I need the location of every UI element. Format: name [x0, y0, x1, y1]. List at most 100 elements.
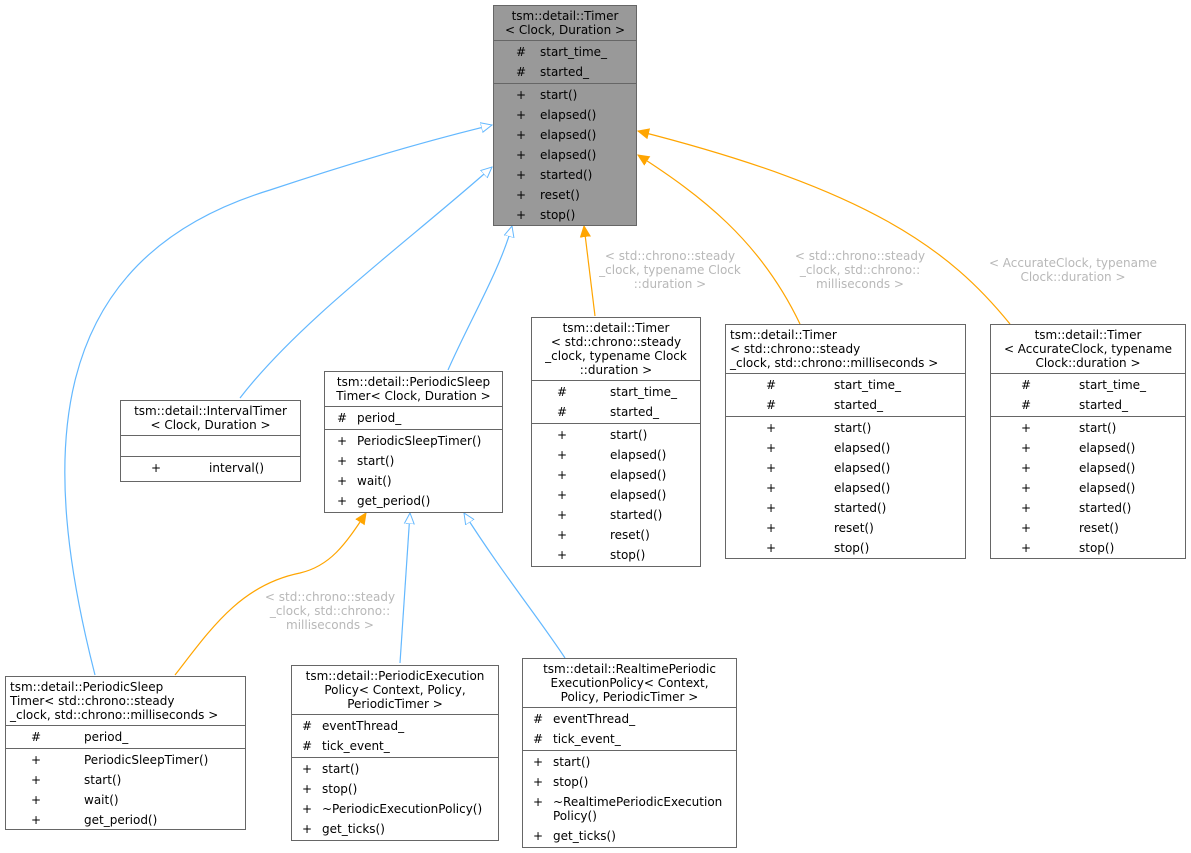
member-name: ~PeriodicExecutionPolicy() — [322, 802, 483, 816]
attribute-row[interactable]: # started_ — [726, 395, 965, 415]
public-visibility-icon: + — [30, 813, 42, 827]
method-row[interactable]: + stop() — [726, 538, 965, 558]
method-row[interactable]: + elapsed() — [726, 458, 965, 478]
method-row[interactable]: + interval() — [121, 458, 300, 478]
method-row[interactable]: + elapsed() — [494, 125, 636, 145]
method-row[interactable]: + started() — [991, 498, 1185, 518]
protected-visibility-icon: # — [301, 739, 313, 753]
method-row[interactable]: + reset() — [494, 185, 636, 205]
method-row[interactable]: + PeriodicSleepTimer() — [6, 750, 245, 770]
method-row[interactable]: + wait() — [6, 790, 245, 810]
member-name: stop() — [610, 548, 646, 562]
public-visibility-icon: + — [765, 441, 777, 455]
method-row[interactable]: + stop() — [523, 772, 736, 792]
attribute-row[interactable]: # started_ — [494, 62, 636, 82]
method-row[interactable]: + start() — [523, 752, 736, 772]
method-row[interactable]: + elapsed() — [991, 458, 1185, 478]
public-visibility-icon: + — [765, 481, 777, 495]
member-name: elapsed() — [540, 148, 597, 162]
method-row[interactable]: + get_period() — [6, 810, 245, 830]
method-row[interactable]: + start() — [726, 418, 965, 438]
method-row[interactable]: + PeriodicSleepTimer() — [325, 431, 502, 451]
public-visibility-icon: + — [515, 148, 527, 162]
method-row[interactable]: + stop() — [292, 779, 498, 799]
method-row[interactable]: + started() — [494, 165, 636, 185]
class-node-periodic-sleep-timer[interactable]: tsm::detail::PeriodicSleep Timer< Clock,… — [324, 371, 503, 513]
attribute-row[interactable]: # tick_event_ — [523, 729, 736, 749]
class-node-timer-steady-ms[interactable]: tsm::detail::Timer < std::chrono::steady… — [725, 324, 966, 559]
method-row[interactable]: + reset() — [991, 518, 1185, 538]
method-row[interactable]: + stop() — [532, 545, 700, 565]
attribute-row[interactable]: # period_ — [325, 408, 502, 428]
attribute-row[interactable]: # eventThread_ — [292, 716, 498, 736]
class-node-timer[interactable]: tsm::detail::Timer < Clock, Duration > #… — [493, 5, 637, 226]
method-row[interactable]: + start() — [991, 418, 1185, 438]
method-row[interactable]: + ~RealtimePeriodicExecution Policy() — [523, 792, 736, 826]
protected-visibility-icon: # — [765, 378, 777, 392]
class-title: tsm::detail::PeriodicSleep Timer< Clock,… — [336, 375, 491, 403]
edge-periodic-sleep-timer-to-timer — [447, 226, 512, 371]
method-row[interactable]: + get_ticks() — [523, 826, 736, 846]
protected-visibility-icon: # — [765, 398, 777, 412]
protected-visibility-icon: # — [556, 405, 568, 419]
attribute-row[interactable]: # started_ — [991, 395, 1185, 415]
attribute-row[interactable]: # start_time_ — [532, 382, 700, 402]
class-node-periodic-sleep-timer-steady-ms[interactable]: tsm::detail::PeriodicSleep Timer< std::c… — [5, 676, 246, 830]
class-title: tsm::detail::IntervalTimer < Clock, Dura… — [134, 404, 287, 432]
public-visibility-icon: + — [515, 88, 527, 102]
member-name: started_ — [1079, 398, 1128, 412]
method-row[interactable]: + elapsed() — [532, 445, 700, 465]
member-name: elapsed() — [1079, 441, 1136, 455]
public-visibility-icon: + — [532, 775, 544, 789]
method-row[interactable]: + elapsed() — [991, 438, 1185, 458]
member-name: start() — [84, 773, 122, 787]
attribute-row[interactable]: # period_ — [6, 727, 245, 747]
attribute-row[interactable]: # tick_event_ — [292, 736, 498, 756]
method-row[interactable]: + elapsed() — [532, 465, 700, 485]
method-row[interactable]: + get_period() — [325, 491, 502, 511]
method-row[interactable]: + started() — [532, 505, 700, 525]
method-row[interactable]: + reset() — [726, 518, 965, 538]
attribute-row[interactable]: # started_ — [532, 402, 700, 422]
attributes-section: # start_time_ # started_ — [726, 373, 965, 416]
public-visibility-icon: + — [30, 753, 42, 767]
member-name: started_ — [540, 65, 589, 79]
attribute-row[interactable]: # eventThread_ — [523, 709, 736, 729]
class-node-realtime-periodic-execution-policy[interactable]: tsm::detail::RealtimePeriodic ExecutionP… — [522, 658, 737, 848]
member-name: start() — [1079, 421, 1117, 435]
method-row[interactable]: + elapsed() — [726, 478, 965, 498]
public-visibility-icon: + — [30, 773, 42, 787]
member-name: elapsed() — [1079, 461, 1136, 475]
method-row[interactable]: + get_ticks() — [292, 819, 498, 839]
public-visibility-icon: + — [556, 448, 568, 462]
method-row[interactable]: + start() — [6, 770, 245, 790]
method-row[interactable]: + start() — [325, 451, 502, 471]
class-node-timer-accurate[interactable]: tsm::detail::Timer < AccurateClock, type… — [990, 324, 1186, 559]
public-visibility-icon: + — [1020, 501, 1032, 515]
method-row[interactable]: + reset() — [532, 525, 700, 545]
method-row[interactable]: + elapsed() — [726, 438, 965, 458]
method-row[interactable]: + stop() — [494, 205, 636, 225]
method-row[interactable]: + stop() — [991, 538, 1185, 558]
member-name: start() — [610, 428, 648, 442]
method-row[interactable]: + start() — [532, 425, 700, 445]
member-name: period_ — [357, 411, 402, 425]
method-row[interactable]: + wait() — [325, 471, 502, 491]
attribute-row[interactable]: # start_time_ — [726, 375, 965, 395]
member-name: PeriodicSleepTimer() — [84, 753, 209, 767]
method-row[interactable]: + elapsed() — [494, 105, 636, 125]
method-row[interactable]: + ~PeriodicExecutionPolicy() — [292, 799, 498, 819]
method-row[interactable]: + start() — [292, 759, 498, 779]
method-row[interactable]: + elapsed() — [532, 485, 700, 505]
protected-visibility-icon: # — [515, 45, 527, 59]
attribute-row[interactable]: # start_time_ — [991, 375, 1185, 395]
method-row[interactable]: + start() — [494, 85, 636, 105]
method-row[interactable]: + elapsed() — [494, 145, 636, 165]
attribute-row[interactable]: # start_time_ — [494, 42, 636, 62]
member-name: elapsed() — [834, 441, 891, 455]
method-row[interactable]: + started() — [726, 498, 965, 518]
class-node-periodic-execution-policy[interactable]: tsm::detail::PeriodicExecution Policy< C… — [291, 665, 499, 841]
method-row[interactable]: + elapsed() — [991, 478, 1185, 498]
class-node-timer-steady-duration[interactable]: tsm::detail::Timer < std::chrono::steady… — [531, 317, 701, 567]
class-node-interval-timer[interactable]: tsm::detail::IntervalTimer < Clock, Dura… — [120, 400, 301, 482]
